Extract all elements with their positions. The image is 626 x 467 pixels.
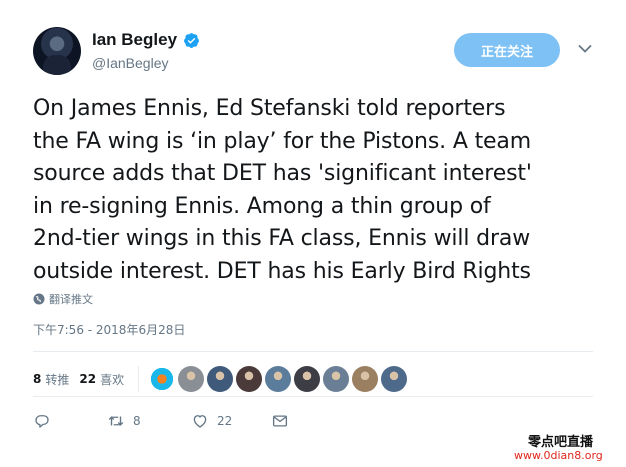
divider (33, 396, 593, 397)
heart-icon[interactable] (191, 412, 209, 430)
direct-message-action[interactable] (271, 412, 289, 430)
reply-icon[interactable] (33, 412, 51, 430)
likes-stat[interactable]: 22 喜欢 (79, 371, 124, 388)
liker-avatars (149, 366, 408, 392)
author-handle[interactable]: @IanBegley (92, 55, 168, 71)
chevron-down-icon[interactable] (578, 44, 592, 54)
tweet-header: Ian Begley @IanBegley 正在关注 (0, 0, 626, 95)
author-name-row: Ian Begley (92, 30, 200, 50)
translate-tweet-link[interactable]: 翻译推文 (33, 291, 93, 307)
watermark-url: www.0dian8.org (514, 449, 603, 462)
likes-count: 22 (79, 372, 97, 386)
divider (33, 351, 593, 352)
watermark-title: 零点吧直播 (528, 435, 594, 450)
liker-avatar[interactable] (381, 366, 408, 392)
translate-label[interactable]: 翻译推文 (49, 291, 93, 307)
like-action[interactable]: 22 (191, 412, 271, 430)
tweet-text-line: outside interest. DET has his Early Bird… (33, 258, 531, 284)
tweet-text-line: On James Ennis, Ed Stefanski told report… (33, 96, 506, 121)
likes-label: 喜欢 (100, 372, 125, 387)
retweet-action[interactable]: 8 (107, 412, 191, 430)
stats-separator (138, 366, 140, 392)
following-button[interactable]: 正在关注 (454, 33, 560, 67)
retweet-icon[interactable] (107, 412, 125, 430)
retweets-stat[interactable]: 8 转推 (33, 371, 69, 388)
verified-badge-icon (184, 32, 199, 48)
like-count: 22 (217, 414, 233, 428)
reply-action[interactable] (33, 412, 107, 430)
retweets-label: 转推 (45, 372, 70, 387)
tweet-text-line: source adds that DET has 'significant in… (33, 161, 532, 186)
tweet-stats: 8 转推 22 喜欢 (33, 366, 408, 392)
tweet-actions: 8 22 (33, 412, 289, 430)
retweet-count: 8 (133, 414, 141, 428)
liker-avatar[interactable] (149, 366, 176, 392)
tweet-timestamp[interactable]: 下午7:56 - 2018年6月28日 (33, 321, 185, 338)
liker-avatar[interactable] (207, 366, 234, 392)
tweet-text-line: in re-signing Ennis. Among a thin group … (33, 193, 491, 219)
globe-icon (33, 293, 45, 305)
tweet-text: On James Ennis, Ed Stefanski told report… (33, 93, 603, 288)
author-display-name[interactable]: Ian Begley (92, 30, 177, 50)
liker-avatar[interactable] (265, 366, 292, 392)
author-avatar[interactable] (33, 27, 81, 75)
tweet-text-line: 2nd-tier wings in this FA class, Ennis w… (33, 226, 531, 251)
liker-avatar[interactable] (323, 366, 350, 392)
retweets-count: 8 (33, 372, 42, 386)
liker-avatar[interactable] (294, 366, 321, 392)
tweet-text-line: the FA wing is ‘in play’ for the Pistons… (33, 128, 532, 154)
liker-avatar[interactable] (352, 366, 379, 392)
watermark: 零点吧直播 www.0dian8.org (514, 430, 626, 467)
liker-avatar[interactable] (178, 366, 205, 392)
liker-avatar[interactable] (236, 366, 263, 392)
message-icon[interactable] (271, 412, 289, 430)
